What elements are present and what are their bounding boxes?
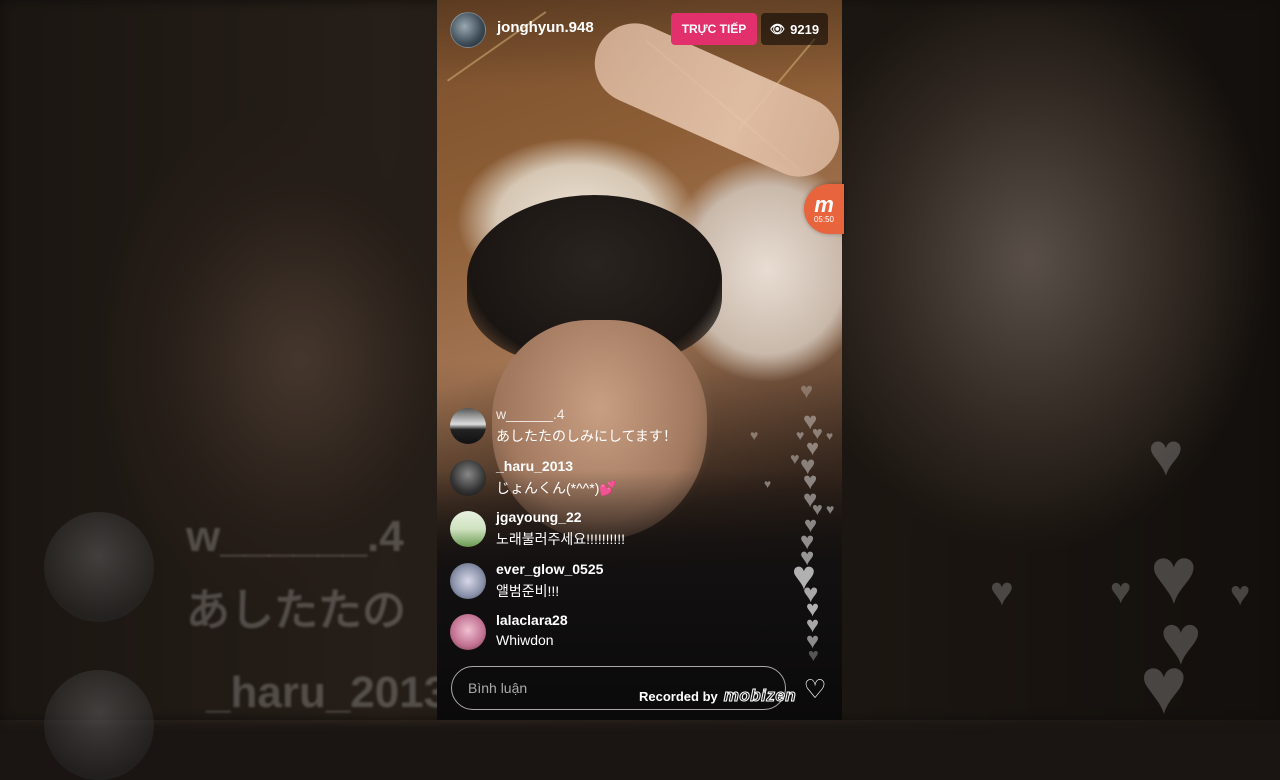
ghost-heart-icon: ♥ xyxy=(1230,575,1251,613)
ghost-heart-icon: ♥ xyxy=(990,570,1014,614)
heart-icon: ♥ xyxy=(808,645,819,665)
comment-text: 노래불러주세요!!!!!!!!!! xyxy=(496,531,626,547)
comment-text: じょんくん(*^^*)💕 xyxy=(496,478,617,498)
heart-icon: ♥ xyxy=(750,427,759,443)
heart-icon: ♥ xyxy=(826,429,834,443)
host-avatar[interactable] xyxy=(450,12,486,48)
pink-hearts-icon: 💕 xyxy=(599,480,617,496)
ghost-avatar-2 xyxy=(44,670,154,780)
recorded-by-label: Recorded by xyxy=(639,688,718,704)
live-badge: TRỰC TIẾP xyxy=(671,13,757,45)
comment-username[interactable]: lalaclara28 xyxy=(496,612,568,628)
comment-username[interactable]: jgayoung_22 xyxy=(496,509,582,525)
heart-icon: ♥ xyxy=(764,477,772,491)
ghost-avatar-1 xyxy=(44,512,154,622)
recorder-watermark: Recorded by mobizen xyxy=(639,686,796,706)
comment-avatar[interactable] xyxy=(450,563,486,599)
comment-avatar[interactable] xyxy=(450,614,486,650)
comment-text: Whiwdon xyxy=(496,632,554,648)
comment-username[interactable]: _haru_2013 xyxy=(496,458,573,474)
ghost-heart-icon: ♥ xyxy=(1140,641,1188,730)
recorder-timer: 05:50 xyxy=(813,214,835,224)
comment-text: あしたたのしみにしてます！ xyxy=(496,428,677,444)
comment-avatar[interactable] xyxy=(450,460,486,496)
heart-icon: ♥ xyxy=(790,451,800,468)
ghost-heart-icon: ♥ xyxy=(1110,570,1132,611)
ghost-comment-1: あしたたの xyxy=(186,586,406,635)
comment-username[interactable]: w______.4 xyxy=(496,406,565,422)
comment-username[interactable]: ever_glow_0525 xyxy=(496,561,603,577)
eye-icon: 👁 xyxy=(769,22,786,36)
ghost-username-1: w______.4 xyxy=(186,512,404,561)
heart-icon[interactable]: ♡ xyxy=(800,674,830,704)
ghost-heart-icon: ♥ xyxy=(1148,421,1184,488)
recorder-logo-icon: m xyxy=(814,191,834,217)
comment-avatar[interactable] xyxy=(450,511,486,547)
heart-icon: ♥ xyxy=(826,501,835,517)
comment-text-body: じょんくん(*^^*) xyxy=(496,480,600,496)
viewer-count: 9219 xyxy=(790,21,820,37)
heart-icon: ♥ xyxy=(796,427,805,443)
host-username[interactable]: jonghyun.948 xyxy=(497,19,594,36)
comment-avatar[interactable] xyxy=(450,408,486,444)
ghost-username-2: _haru_2013 xyxy=(206,668,449,717)
comment-text: 앨범준비!!! xyxy=(496,583,560,599)
mobizen-logo: mobizen xyxy=(723,686,797,706)
viewer-count-badge[interactable]: 👁 9219 xyxy=(761,13,828,45)
heart-icon: ♥ xyxy=(800,378,814,403)
